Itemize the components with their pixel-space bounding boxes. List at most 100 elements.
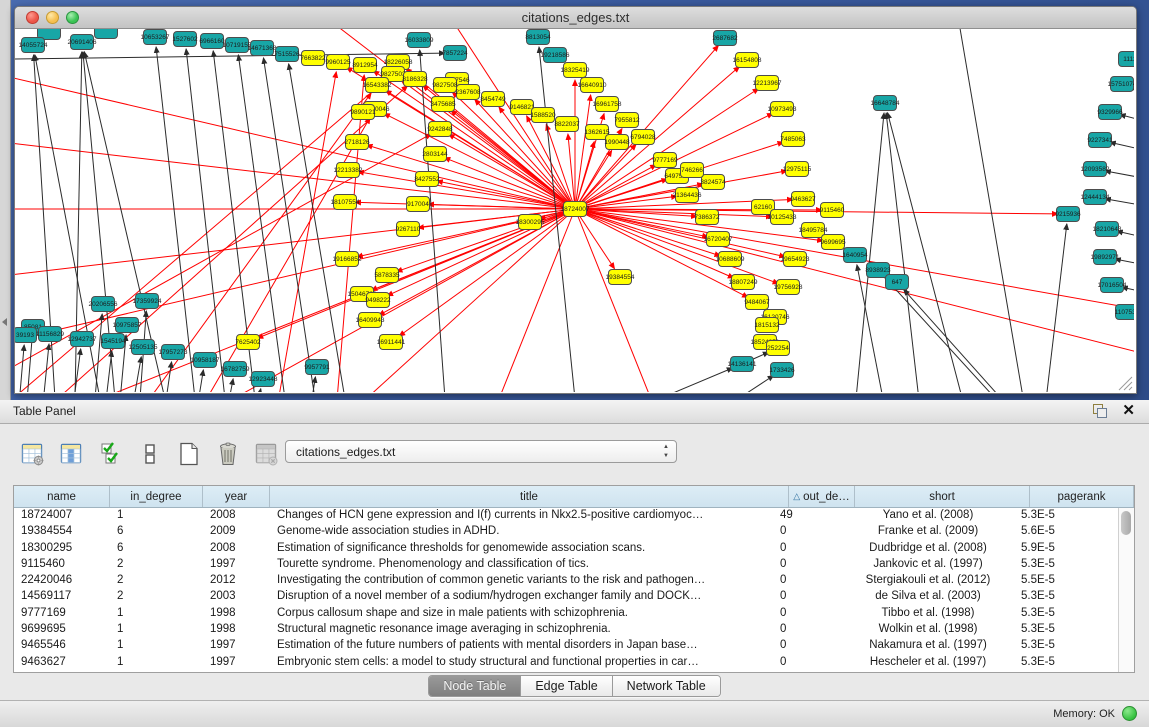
table-cell[interactable]: 9699695 — [14, 622, 110, 638]
scrollbar-thumb[interactable] — [1121, 511, 1131, 535]
table-cell[interactable]: 0 — [773, 524, 839, 540]
table-cell[interactable]: Tourette syndrome. Phenomenology and cla… — [270, 557, 773, 573]
table-cell[interactable]: 2 — [110, 589, 203, 605]
table-cell[interactable]: 5.3E-5 — [1014, 655, 1118, 671]
graph-edge[interactable] — [1045, 224, 1067, 392]
table-row[interactable]: 1456911722003Disruption of a novel membe… — [14, 589, 1118, 605]
table-cell[interactable]: 0 — [773, 655, 839, 671]
graph-node[interactable]: 12213382 — [334, 163, 363, 178]
graph-node[interactable]: 39193 — [15, 328, 37, 343]
graph-node[interactable]: 746266 — [681, 163, 704, 178]
graph-node[interactable]: 16961758 — [593, 97, 622, 112]
table-cell[interactable]: 1998 — [203, 606, 270, 622]
graph-node[interactable]: 18210643 — [1093, 222, 1122, 237]
graph-node[interactable]: 9463627 — [790, 192, 816, 207]
graph-node[interactable]: 12505135 — [129, 340, 158, 355]
table-cell[interactable]: 5.3E-5 — [1014, 589, 1118, 605]
graph-node[interactable]: 15751074 — [1108, 77, 1134, 92]
table-cell[interactable]: Changes of HCN gene expression and I(f) … — [270, 508, 773, 524]
graph-node[interactable]: 12093582 — [1081, 162, 1110, 177]
graph-node[interactable]: 1733426 — [769, 363, 795, 378]
graph-node[interactable]: 252254 — [767, 341, 790, 356]
graph-edge[interactable] — [156, 47, 195, 392]
graph-node[interactable]: 1640954 — [842, 248, 868, 263]
graph-node[interactable]: 17016504 — [1098, 278, 1127, 293]
table-cell[interactable]: Franke et al. (2009) — [839, 524, 1014, 540]
graph-node[interactable]: 17957273 — [159, 345, 188, 360]
network-window-titlebar[interactable]: citations_edges.txt — [15, 7, 1136, 29]
select-rows-icon[interactable] — [96, 438, 126, 470]
graph-edge[interactable] — [955, 29, 1025, 392]
graph-edge[interactable] — [73, 349, 81, 392]
tab-edge-table[interactable]: Edge Table — [521, 676, 612, 696]
delete-table-icon[interactable] — [213, 438, 243, 470]
float-window-icon[interactable] — [1093, 404, 1107, 418]
table-cell[interactable]: Nakamura et al. (1997) — [839, 638, 1014, 654]
graph-node[interactable]: 16720407 — [704, 232, 733, 247]
column-header-out_de[interactable]: △out_de… — [789, 486, 855, 507]
graph-node[interactable]: 9960125 — [325, 55, 351, 70]
graph-node[interactable]: 1990448 — [604, 135, 630, 150]
table-cell[interactable]: 6 — [110, 541, 203, 557]
graph-node[interactable]: 18300295 — [516, 215, 545, 230]
graph-node[interactable]: 11156829 — [36, 327, 64, 342]
graph-node[interactable]: 12942737 — [68, 332, 97, 347]
graph-node[interactable]: 16648784 — [871, 96, 900, 111]
table-cell[interactable]: 5.3E-5 — [1014, 638, 1118, 654]
table-cell[interactable]: Wolkin et al. (1998) — [839, 622, 1014, 638]
graph-node[interactable]: 6966160 — [199, 34, 225, 49]
table-cell[interactable]: 9115460 — [14, 557, 110, 573]
graph-node[interactable]: 8822037 — [554, 117, 580, 132]
graph-edge[interactable] — [255, 389, 261, 392]
graph-edge[interactable] — [227, 379, 233, 392]
show-columns-icon[interactable] — [57, 438, 87, 470]
table-cell[interactable]: 5.3E-5 — [1014, 557, 1118, 573]
citation-network-graph[interactable]: 1405572420691406106532671527602696616010… — [15, 29, 1134, 392]
graph-edge[interactable] — [105, 351, 112, 392]
graph-node[interactable]: 16911441 — [377, 335, 406, 350]
table-cell[interactable]: 2009 — [203, 524, 270, 540]
graph-edge[interactable] — [289, 64, 345, 392]
graph-node[interactable]: 1815132 — [754, 318, 780, 333]
close-panel-icon[interactable]: ✕ — [1122, 402, 1135, 420]
graph-node[interactable]: 20691406 — [68, 35, 97, 50]
table-cell[interactable]: 5.3E-5 — [1014, 508, 1118, 524]
graph-edge[interactable] — [43, 344, 49, 392]
graph-node[interactable]: 7955812 — [614, 113, 640, 128]
graph-edge[interactable] — [635, 368, 733, 392]
graph-node[interactable]: 8454749 — [480, 92, 506, 107]
graph-node[interactable]: 7625402 — [235, 335, 261, 350]
graph-edge[interactable] — [904, 289, 1015, 392]
graph-node[interactable]: 14136141 — [728, 357, 757, 372]
table-cell[interactable]: 0 — [773, 573, 839, 589]
vertical-scrollbar[interactable] — [1118, 508, 1134, 672]
graph-edge[interactable] — [475, 99, 575, 209]
table-cell[interactable]: 14569117 — [14, 589, 110, 605]
graph-node[interactable]: 12923448 — [249, 372, 278, 387]
graph-node[interactable]: 9215936 — [1055, 207, 1081, 222]
graph-edge[interactable] — [1110, 142, 1134, 157]
graph-node[interactable]: 18724007 — [561, 202, 590, 217]
graph-node[interactable]: 8427552 — [414, 172, 440, 187]
table-cell[interactable]: 1997 — [203, 655, 270, 671]
table-cell[interactable]: 1998 — [203, 622, 270, 638]
graph-node[interactable]: 7485063 — [780, 132, 806, 147]
table-cell[interactable]: 0 — [773, 622, 839, 638]
table-row[interactable]: 911546021997Tourette syndrome. Phenomeno… — [14, 557, 1118, 573]
graph-node[interactable]: 21364436 — [673, 188, 702, 203]
table-cell[interactable]: 5.3E-5 — [1014, 622, 1118, 638]
column-header-in_degree[interactable]: in_degree — [110, 486, 203, 507]
table-cell[interactable]: 1 — [110, 606, 203, 622]
network-canvas[interactable]: 1405572420691406106532671527602696616010… — [15, 29, 1136, 392]
graph-node[interactable]: 10688609 — [716, 252, 745, 267]
table-cell[interactable]: Jankovic et al. (1997) — [839, 557, 1014, 573]
column-header-name[interactable]: name — [14, 486, 110, 507]
graph-node[interactable]: 10958187 — [191, 353, 220, 368]
table-cell[interactable]: Disruption of a novel member of a sodium… — [270, 589, 773, 605]
graph-edge[interactable] — [575, 95, 591, 209]
graph-node[interactable]: 9242848 — [427, 122, 453, 137]
tab-node-table[interactable]: Node Table — [429, 676, 521, 696]
graph-node[interactable]: 9699695 — [820, 235, 846, 250]
graph-node[interactable]: 16543382 — [363, 78, 392, 93]
graph-node[interactable]: 9115460 — [820, 203, 845, 218]
